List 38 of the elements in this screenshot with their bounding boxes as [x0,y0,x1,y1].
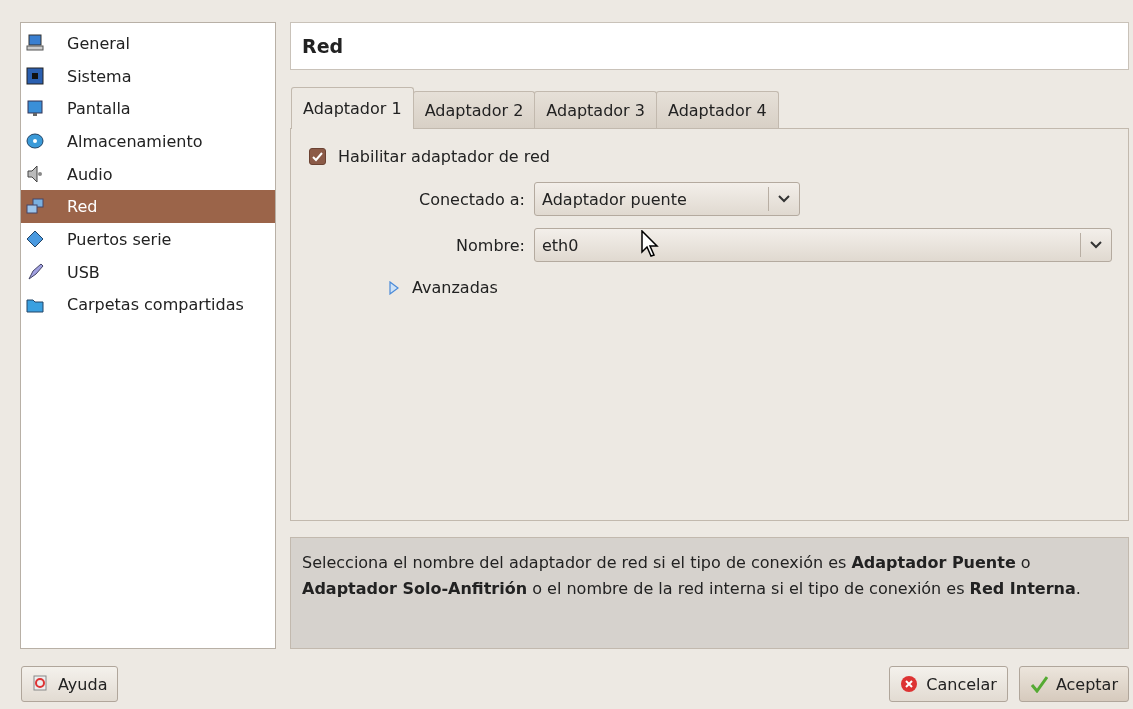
tab[interactable]: Adaptador 3 [534,91,657,128]
field-label: Nombre: [455,235,525,255]
checkbox-label[interactable]: Habilitar adaptador de red [338,147,550,166]
sidebar-item[interactable]: Puertos serie [21,223,275,256]
dropdown[interactable]: eth0 [534,228,1112,262]
help-text: Selecciona el nombre del adaptador de red si el tipo de conexión es Adaptador Puente o Adaptador Solo-Anfitrión o el nombre de la red interna si el tipo de conexión es Red Interna. [290,537,1129,649]
chevron-down-icon [778,195,790,203]
checkbox[interactable] [309,148,326,165]
expander[interactable]: Avanzadas [389,278,1112,297]
computer-icon [26,34,44,53]
mouse-pointer-icon [640,230,660,258]
cancel-icon [900,675,919,693]
expander-arrow-icon [389,280,399,295]
chip-icon [26,67,44,86]
field-label: Conectado a: [417,189,525,209]
page-title: Red [290,22,1129,70]
sidebar-item[interactable]: General [21,27,275,60]
sidebar-item[interactable]: Almacenamiento [21,125,275,158]
cancel-button[interactable]: Cancelar [889,666,1008,702]
tab[interactable]: Adaptador 2 [412,91,536,128]
lifebuoy-icon [32,675,50,693]
sidebar-item[interactable]: Carpetas compartidas [21,288,275,322]
sidebar-item[interactable]: USB [21,255,275,289]
speaker-icon [26,165,44,184]
sidebar-item[interactable]: Red [21,190,275,224]
accept-button[interactable]: Aceptar [1018,666,1129,702]
help-button[interactable]: Ayuda [21,666,119,702]
disc-icon [26,132,44,151]
tab[interactable]: Adaptador 1 [291,87,414,129]
sidebar-item[interactable]: Audio [21,157,275,191]
checkmark-icon [1029,675,1048,693]
chevron-down-icon [1090,241,1102,249]
sidebar-item[interactable]: Pantalla [21,92,275,126]
sidebar-item[interactable]: Sistema [21,59,275,93]
tab[interactable]: Adaptador 4 [655,91,779,128]
network-icon [26,197,44,216]
dropdown[interactable]: Adaptador puente [534,182,800,216]
monitor-icon [26,99,44,118]
